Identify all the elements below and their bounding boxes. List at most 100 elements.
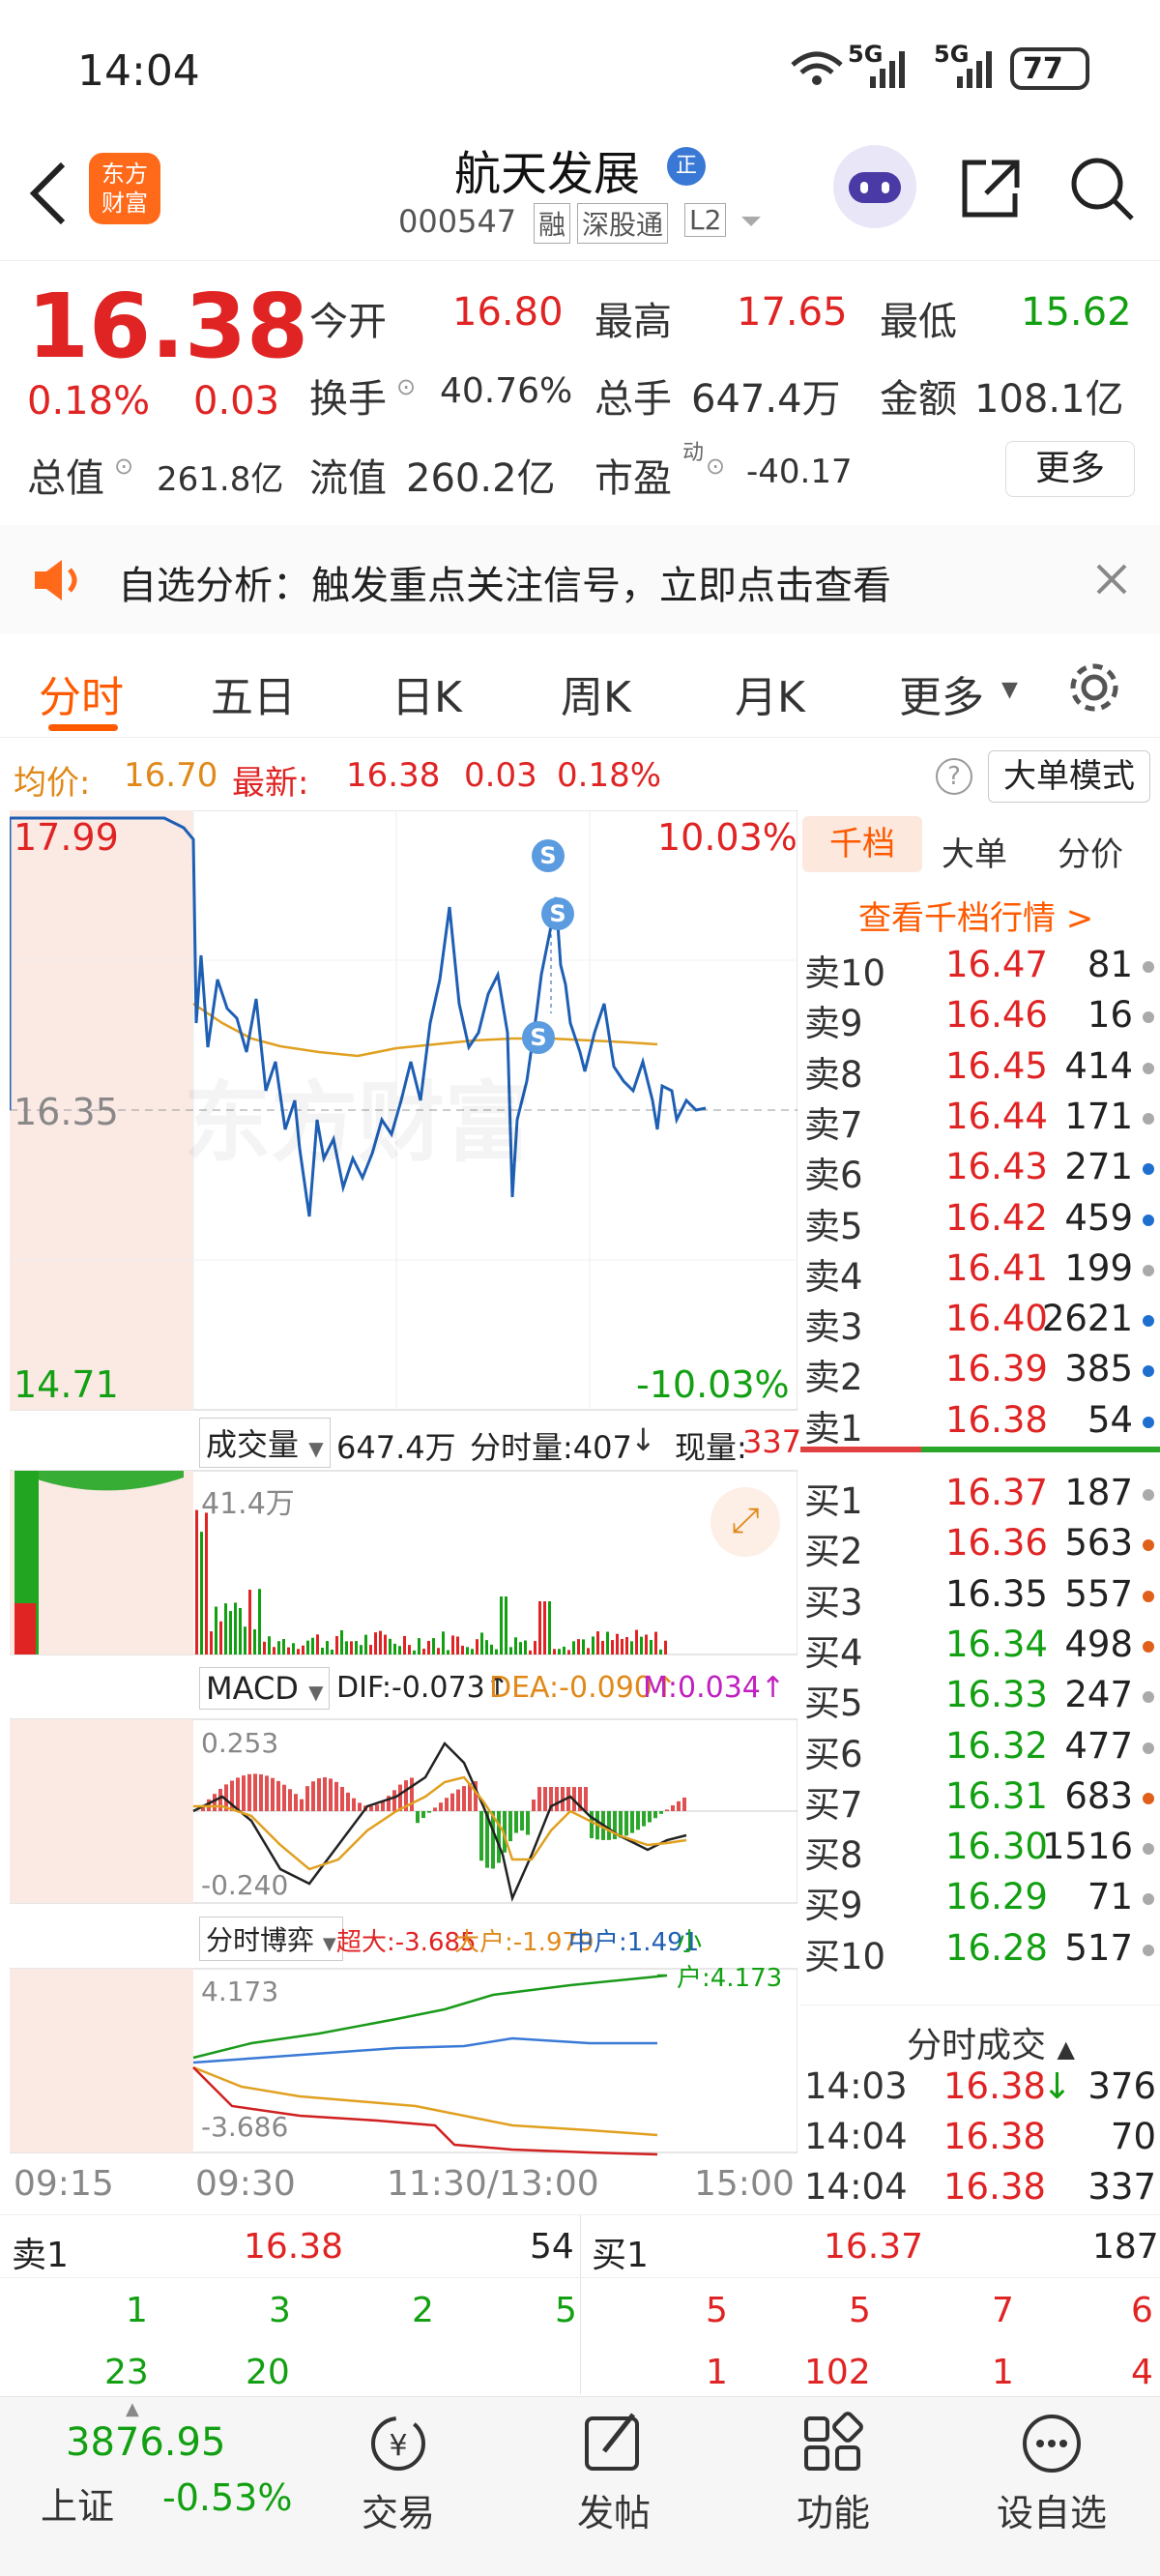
tab-more[interactable]: 更多 <box>899 662 984 724</box>
intraday-chart[interactable]: 东方财富 17.99 16.35 14.71 10.03% -10.03% S … <box>8 809 801 2208</box>
pe-value: -40.17 <box>746 453 853 491</box>
signal-banner[interactable]: 自选分析：触发重点关注信号，立即点击查看 <box>0 525 1160 633</box>
sell-marker-icon[interactable]: S <box>522 1021 555 1054</box>
index-name[interactable]: 上证 <box>41 2476 114 2530</box>
view-depth-link[interactable]: 查看千档行情 > <box>858 892 1093 939</box>
ask-row[interactable]: 卖5 16.42 459 <box>800 1197 1160 1247</box>
bid-row[interactable]: 买10 16.28 517 <box>800 1927 1160 1977</box>
bid-row[interactable]: 买9 16.29 71 <box>800 1876 1160 1926</box>
info-icon[interactable]: ⊙ <box>706 453 725 480</box>
book-tab-depth[interactable]: 千档 <box>802 816 922 872</box>
amount-value: 108.1亿 <box>974 377 1124 422</box>
close-icon[interactable] <box>1092 560 1131 599</box>
low-value: 15.62 <box>1021 290 1132 335</box>
level-qty: 187 <box>1064 1472 1133 1513</box>
indicator-select-volume[interactable]: 成交量 ▼ <box>199 1418 331 1468</box>
bid-row[interactable]: 买1 16.37 187 <box>800 1472 1160 1522</box>
volume-bar <box>326 1641 329 1654</box>
level-dot <box>1143 1691 1154 1704</box>
ask-row[interactable]: 卖8 16.45 414 <box>800 1045 1160 1096</box>
macd-bar <box>619 1811 623 1838</box>
bid-row[interactable]: 买6 16.32 477 <box>800 1725 1160 1775</box>
book-tab-price[interactable]: 分价 <box>1058 828 1123 875</box>
bid-row[interactable]: 买5 16.33 247 <box>800 1674 1160 1724</box>
edit-icon <box>585 2413 639 2471</box>
indicator-select-game[interactable]: 分时博弈 ▼ <box>199 1917 343 1961</box>
volume-bar <box>480 1632 483 1654</box>
ask-row[interactable]: 卖10 16.47 81 <box>800 944 1160 994</box>
assistant-avatar[interactable] <box>833 145 916 228</box>
tab-5day[interactable]: 五日 <box>211 662 296 724</box>
tab-weekly[interactable]: 周K <box>561 662 631 724</box>
bid-row[interactable]: 买7 16.31 683 <box>800 1775 1160 1826</box>
chart-svg <box>8 809 798 2156</box>
wifi-icon <box>791 51 843 85</box>
ask-row[interactable]: 卖4 16.41 199 <box>800 1247 1160 1298</box>
book-tab-bigorder[interactable]: 大单 <box>942 828 1007 875</box>
tab-indicator <box>48 724 118 731</box>
level-qty: 16 <box>1087 994 1133 1037</box>
ask-row[interactable]: 卖1 16.38 54 <box>800 1399 1160 1449</box>
level-price: 16.43 <box>945 1146 1048 1188</box>
volume-bar <box>553 1649 556 1654</box>
period-tabs: 分时 五日 日K 周K 月K 更多 ▼ <box>0 633 1160 738</box>
level-dot <box>1143 1843 1154 1856</box>
info-icon[interactable]: ⊙ <box>114 453 133 480</box>
index-value[interactable]: 3876.95 <box>66 2420 225 2465</box>
nav-add-watchlist[interactable]: 设自选 <box>974 2407 1129 2536</box>
tab-daily[interactable]: 日K <box>392 662 462 724</box>
share-icon[interactable] <box>957 155 1025 222</box>
open-value: 16.80 <box>452 290 564 335</box>
indicator-select-macd[interactable]: MACD ▼ <box>199 1667 331 1710</box>
bid-queue-item: 7 <box>992 2291 1014 2330</box>
volume-bar <box>606 1631 609 1654</box>
macd-bar <box>311 1781 315 1811</box>
level-qty: 557 <box>1064 1572 1133 1615</box>
settings-gear-icon[interactable] <box>1063 657 1125 718</box>
level-dot <box>1143 1742 1154 1754</box>
ask-row[interactable]: 卖3 16.40 2621 <box>800 1298 1160 1348</box>
macd-bar <box>520 1811 524 1831</box>
latest-value: 16.38 <box>346 756 441 795</box>
level-qty: 71 <box>1087 1876 1133 1918</box>
bid-row[interactable]: 买2 16.36 563 <box>800 1522 1160 1572</box>
macd-bar <box>665 1809 669 1811</box>
index-pct[interactable]: -0.53% <box>162 2476 292 2519</box>
level-label: 卖1 <box>804 1407 863 1449</box>
ask-row[interactable]: 卖2 16.39 385 <box>800 1348 1160 1398</box>
bid-row[interactable]: 买4 16.34 498 <box>800 1624 1160 1674</box>
more-button[interactable]: 更多 <box>1005 441 1135 497</box>
volume-bar <box>263 1641 266 1654</box>
nav-functions[interactable]: 功能 <box>756 2407 911 2536</box>
volume-bar <box>297 1649 300 1654</box>
ask-row[interactable]: 卖6 16.43 271 <box>800 1146 1160 1196</box>
chevron-down-icon[interactable] <box>740 215 763 230</box>
level-price: 16.31 <box>945 1774 1048 1817</box>
nav-trade[interactable]: ¥ 交易 <box>321 2407 476 2536</box>
tab-monthly[interactable]: 月K <box>735 662 805 724</box>
bid-row[interactable]: 买8 16.30 1516 <box>800 1826 1160 1876</box>
level-label: 买9 <box>804 1885 863 1927</box>
bigorder-mode-button[interactable]: 大单模式 <box>988 750 1150 803</box>
order-book: 千档 大单 分价 查看千档行情 > 卖10 16.47 81 卖9 16.46 16 卖8 1… <box>800 810 1160 2208</box>
badge: 正 <box>667 147 706 186</box>
app-logo[interactable]: 东方 财富 <box>89 153 160 224</box>
search-icon[interactable] <box>1068 155 1136 222</box>
help-icon[interactable]: ? <box>936 758 972 795</box>
ask-row[interactable]: 卖7 16.44 171 <box>800 1096 1160 1146</box>
sell-marker-icon[interactable]: S <box>532 839 565 872</box>
bid-row[interactable]: 买3 16.35 557 <box>800 1573 1160 1624</box>
macd-bar <box>259 1773 263 1811</box>
level-dot <box>1143 1214 1154 1226</box>
sell-marker-icon[interactable]: S <box>541 897 574 930</box>
info-icon[interactable]: ⊙ <box>396 373 416 400</box>
volume-bar <box>490 1644 493 1654</box>
ask-row[interactable]: 卖9 16.46 16 <box>800 994 1160 1044</box>
trades-title[interactable]: 分时成交 ▲ <box>907 2017 1075 2067</box>
expand-icon[interactable]: ⤢ <box>710 1487 780 1557</box>
bottom-nav: ▲ 3876.95 上证 -0.53% ¥ 交易 发帖 功能 设自选 <box>0 2396 1160 2576</box>
tab-intraday[interactable]: 分时 <box>39 662 124 724</box>
volume-bar <box>529 1650 532 1654</box>
nav-post[interactable]: 发帖 <box>536 2407 691 2536</box>
back-arrow-icon[interactable] <box>24 160 72 227</box>
